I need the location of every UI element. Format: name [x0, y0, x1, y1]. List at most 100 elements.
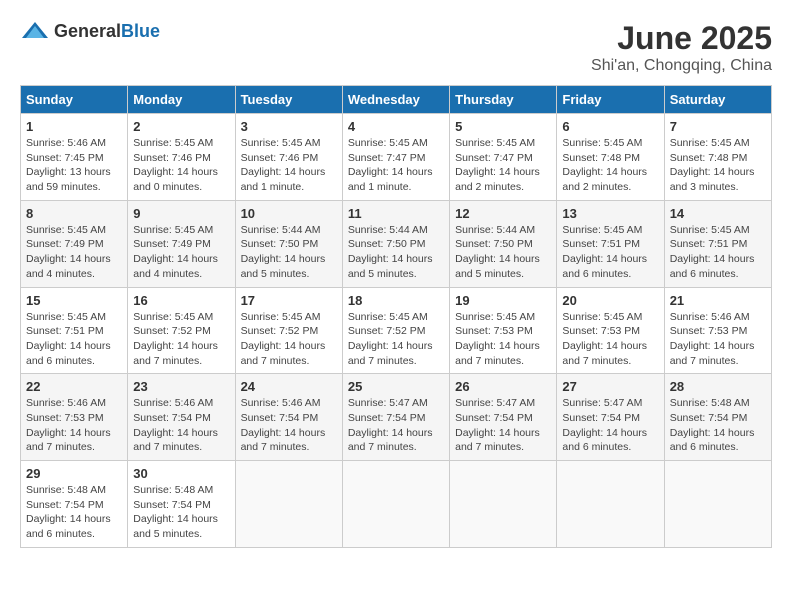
daylight-text: Daylight: 14 hours and 4 minutes. — [26, 253, 111, 280]
day-info: Sunrise: 5:44 AMSunset: 7:50 PMDaylight:… — [241, 223, 337, 282]
sunset-text: Sunset: 7:52 PM — [241, 325, 319, 337]
day-number: 6 — [562, 119, 658, 134]
sunrise-text: Sunrise: 5:48 AM — [133, 484, 213, 496]
day-info: Sunrise: 5:45 AMSunset: 7:51 PMDaylight:… — [26, 310, 122, 369]
calendar-cell — [342, 461, 449, 548]
daylight-text: Daylight: 14 hours and 5 minutes. — [455, 253, 540, 280]
sunset-text: Sunset: 7:54 PM — [133, 412, 211, 424]
calendar-cell: 8 Sunrise: 5:45 AMSunset: 7:49 PMDaylight… — [21, 200, 128, 287]
day-number: 21 — [670, 293, 766, 308]
daylight-text: Daylight: 14 hours and 0 minutes. — [133, 166, 218, 193]
day-info: Sunrise: 5:45 AMSunset: 7:49 PMDaylight:… — [133, 223, 229, 282]
sunrise-text: Sunrise: 5:45 AM — [348, 137, 428, 149]
daylight-text: Daylight: 14 hours and 5 minutes. — [133, 513, 218, 540]
calendar-table: SundayMondayTuesdayWednesdayThursdayFrid… — [20, 85, 772, 548]
logo-general: General — [54, 21, 121, 41]
sunrise-text: Sunrise: 5:45 AM — [133, 224, 213, 236]
daylight-text: Daylight: 14 hours and 7 minutes. — [455, 340, 540, 367]
sunset-text: Sunset: 7:45 PM — [26, 152, 104, 164]
sunset-text: Sunset: 7:54 PM — [26, 499, 104, 511]
daylight-text: Daylight: 14 hours and 4 minutes. — [133, 253, 218, 280]
calendar-cell: 16 Sunrise: 5:45 AM Sunset: 7:52 PM Dayligh… — [128, 287, 235, 374]
sunrise-text: Sunrise: 5:45 AM — [562, 311, 642, 323]
day-number: 25 — [348, 379, 444, 394]
day-info: Sunrise: 5:45 AMSunset: 7:47 PMDaylight:… — [348, 136, 444, 195]
daylight-text: Daylight: 14 hours and 7 minutes. — [133, 340, 218, 367]
title-area: June 2025 Shi'an, Chongqing, China — [591, 20, 772, 75]
sunrise-text: Sunrise: 5:45 AM — [670, 137, 750, 149]
calendar-cell — [664, 461, 771, 548]
day-info: Sunrise: 5:46 AMSunset: 7:53 PMDaylight:… — [670, 310, 766, 369]
day-info: Sunrise: 5:44 AMSunset: 7:50 PMDaylight:… — [455, 223, 551, 282]
day-info: Sunrise: 5:45 AMSunset: 7:51 PMDaylight:… — [562, 223, 658, 282]
day-info: Sunrise: 5:46 AMSunset: 7:54 PMDaylight:… — [241, 396, 337, 455]
sunrise-text: Sunrise: 5:45 AM — [133, 137, 213, 149]
day-info: Sunrise: 5:46 AMSunset: 7:54 PMDaylight:… — [133, 396, 229, 455]
daylight-text: Daylight: 13 hours and 59 minutes. — [26, 166, 111, 193]
calendar-cell: 15Sunrise: 5:45 AMSunset: 7:51 PMDayligh… — [21, 287, 128, 374]
day-info: Sunrise: 5:44 AMSunset: 7:50 PMDaylight:… — [348, 223, 444, 282]
day-number: 16 — [133, 293, 229, 308]
logo: GeneralBlue — [20, 20, 160, 42]
sunrise-text: Sunrise: 5:45 AM — [455, 311, 535, 323]
calendar-cell: 4Sunrise: 5:45 AMSunset: 7:47 PMDaylight… — [342, 114, 449, 201]
calendar-cell: 21Sunrise: 5:46 AMSunset: 7:53 PMDayligh… — [664, 287, 771, 374]
calendar-cell: 7Sunrise: 5:45 AMSunset: 7:48 PMDaylight… — [664, 114, 771, 201]
calendar-cell: 5Sunrise: 5:45 AMSunset: 7:47 PMDaylight… — [450, 114, 557, 201]
day-number: 3 — [241, 119, 337, 134]
sunset-text: Sunset: 7:50 PM — [455, 238, 533, 250]
day-number: 2 — [133, 119, 229, 134]
day-number: 10 — [241, 206, 337, 221]
calendar-cell: 14Sunrise: 5:45 AMSunset: 7:51 PMDayligh… — [664, 200, 771, 287]
day-number: 20 — [562, 293, 658, 308]
day-number: 8 — [26, 206, 122, 221]
calendar-cell — [557, 461, 664, 548]
sunrise-text: Sunrise: 5:45 AM — [670, 224, 750, 236]
calendar-cell: 13Sunrise: 5:45 AMSunset: 7:51 PMDayligh… — [557, 200, 664, 287]
daylight-text: Daylight: 14 hours and 7 minutes. — [455, 427, 540, 454]
day-info: Sunrise: 5:45 AMSunset: 7:49 PMDaylight:… — [26, 223, 122, 282]
sunrise-text: Sunrise: 5:48 AM — [670, 397, 750, 409]
calendar-cell: 23Sunrise: 5:46 AMSunset: 7:54 PMDayligh… — [128, 374, 235, 461]
day-info: Sunrise: 5:48 AMSunset: 7:54 PMDaylight:… — [133, 483, 229, 542]
day-info: Sunrise: 5:45 AM Sunset: 7:52 PM Daylight:… — [133, 310, 229, 369]
sunset-text: Sunset: 7:52 PM — [133, 325, 211, 337]
sunset-text: Sunset: 7:53 PM — [670, 325, 748, 337]
calendar-cell: 29Sunrise: 5:48 AMSunset: 7:54 PMDayligh… — [21, 461, 128, 548]
calendar-cell — [235, 461, 342, 548]
day-number: 28 — [670, 379, 766, 394]
header-sunday: Sunday — [21, 86, 128, 114]
sunrise-text: Sunrise: 5:45 AM — [241, 311, 321, 323]
location-title: Shi'an, Chongqing, China — [591, 57, 772, 75]
calendar-week-row: 22Sunrise: 5:46 AMSunset: 7:53 PMDayligh… — [21, 374, 772, 461]
daylight-text: Daylight: 14 hours and 7 minutes. — [348, 340, 433, 367]
day-number: 27 — [562, 379, 658, 394]
sunrise-text: Sunrise: 5:45 AM — [26, 224, 106, 236]
sunrise-text: Sunrise: 5:47 AM — [348, 397, 428, 409]
calendar-cell: 28Sunrise: 5:48 AMSunset: 7:54 PMDayligh… — [664, 374, 771, 461]
sunset-text: Sunset: 7:54 PM — [241, 412, 319, 424]
calendar-cell: 12 Sunrise: 5:44 AMSunset: 7:50 PMDayligh… — [450, 200, 557, 287]
day-number: 11 — [348, 206, 444, 221]
day-number: 12 — [455, 206, 551, 221]
daylight-text: Daylight: 14 hours and 7 minutes. — [348, 427, 433, 454]
sunrise-text: Sunrise: 5:47 AM — [562, 397, 642, 409]
calendar-week-row: 8 Sunrise: 5:45 AMSunset: 7:49 PMDaylight… — [21, 200, 772, 287]
sunrise-text: Sunrise: 5:46 AM — [670, 311, 750, 323]
calendar-cell: 25Sunrise: 5:47 AMSunset: 7:54 PMDayligh… — [342, 374, 449, 461]
logo-icon — [20, 20, 50, 42]
sunrise-text: Sunrise: 5:45 AM — [455, 137, 535, 149]
calendar-cell: 2 Sunrise: 5:45 AMSunset: 7:46 PMDaylight… — [128, 114, 235, 201]
day-number: 19 — [455, 293, 551, 308]
daylight-text: Daylight: 14 hours and 6 minutes. — [26, 513, 111, 540]
day-number: 14 — [670, 206, 766, 221]
sunset-text: Sunset: 7:50 PM — [241, 238, 319, 250]
sunrise-text: Sunrise: 5:45 AM — [133, 311, 213, 323]
sunrise-text: Sunrise: 5:46 AM — [26, 137, 106, 149]
calendar-cell: 17Sunrise: 5:45 AMSunset: 7:52 PMDayligh… — [235, 287, 342, 374]
daylight-text: Daylight: 14 hours and 2 minutes. — [562, 166, 647, 193]
sunset-text: Sunset: 7:50 PM — [348, 238, 426, 250]
day-info: Sunrise: 5:47 AMSunset: 7:54 PMDaylight:… — [455, 396, 551, 455]
sunset-text: Sunset: 7:47 PM — [455, 152, 533, 164]
day-info: Sunrise: 5:45 AMSunset: 7:46 PMDaylight:… — [133, 136, 229, 195]
